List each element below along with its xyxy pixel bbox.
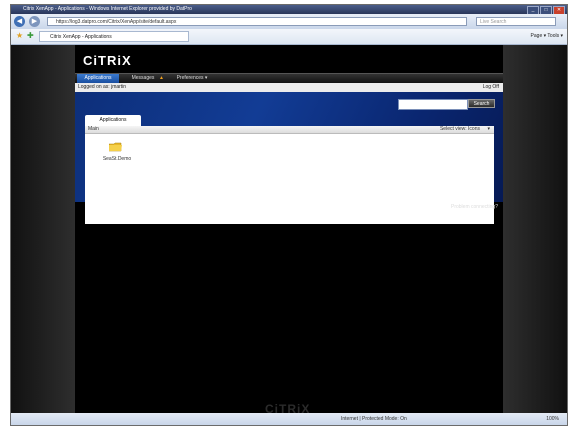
app-folder-label[interactable]: SeaSt.Demo [100, 156, 134, 162]
app-search-input[interactable] [398, 99, 468, 110]
browser-window: Citrix XenApp - Applications - Windows I… [10, 4, 568, 426]
status-bar: Internet | Protected Mode: On 100% [11, 413, 567, 425]
logoff-link[interactable]: Log Off [483, 83, 499, 92]
forward-button[interactable]: ▶ [29, 16, 40, 27]
navigation-bar: ◀ ▶ https://log3.datpro.com/Citrix/XenAp… [11, 14, 567, 29]
search-button[interactable]: Search [468, 99, 495, 108]
add-favorite-icon[interactable]: ✚ [27, 31, 34, 40]
chevron-down-icon[interactable]: ▾ [487, 126, 490, 133]
tab-preferences[interactable]: Preferences ▾ [167, 74, 217, 83]
zoom-level[interactable]: 100% [546, 413, 559, 425]
back-button[interactable]: ◀ [14, 16, 25, 27]
browser-tab[interactable]: Citrix XenApp - Applications [39, 31, 189, 42]
breadcrumb[interactable]: Main [88, 126, 99, 133]
tab-applications[interactable]: Applications [77, 74, 119, 83]
user-bar: Logged on as: jmartin Log Off [75, 83, 503, 92]
logged-on-label: Logged on as: jmartin [78, 84, 127, 90]
citrix-logo: CiTRiX [83, 53, 132, 68]
security-zone: Internet | Protected Mode: On [341, 416, 407, 422]
warning-icon: ▲ [159, 75, 164, 81]
right-gutter [503, 45, 567, 425]
left-gutter [11, 45, 75, 425]
page-viewport: CiTRiX Applications Messages ▲ Preferenc… [11, 45, 567, 425]
applications-banner: Search Applications Main Select view: Ic… [75, 92, 503, 224]
address-bar[interactable]: https://log3.datpro.com/Citrix/XenApp/si… [47, 17, 467, 26]
select-view-dropdown[interactable]: Select view: Icons [440, 126, 480, 133]
window-title: Citrix XenApp - Applications - Windows I… [23, 6, 192, 12]
xenapp-page: CiTRiX Applications Messages ▲ Preferenc… [75, 45, 503, 425]
problem-connecting-link[interactable]: Problem connecting? [451, 204, 498, 210]
applications-tab[interactable]: Applications [85, 115, 141, 126]
toolbar-commands[interactable]: Page ▾ Tools ▾ [531, 31, 563, 42]
applications-panel: Main Select view: Icons ▾ SeaSt.Demo [85, 126, 494, 224]
title-bar: Citrix XenApp - Applications - Windows I… [11, 5, 567, 15]
main-nav: Applications Messages ▲ Preferences ▾ [75, 73, 503, 83]
browser-search-input[interactable]: Live Search [476, 17, 556, 26]
panel-header: Main Select view: Icons ▾ [85, 126, 494, 134]
favorites-star-icon[interactable]: ★ [16, 31, 23, 40]
folder-icon[interactable] [109, 142, 122, 152]
favorites-bar: ★ ✚ Citrix XenApp - Applications Page ▾ … [11, 29, 567, 45]
